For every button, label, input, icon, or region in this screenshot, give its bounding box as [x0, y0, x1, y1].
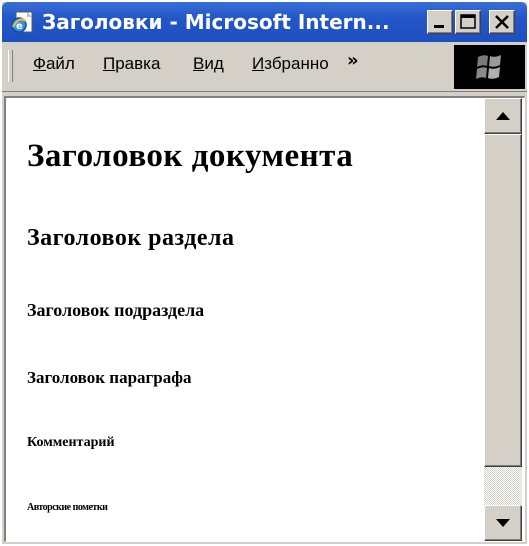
menu-file[interactable]: Файл — [33, 54, 75, 74]
close-button[interactable] — [489, 10, 515, 34]
document-content: Заголовок документа Заголовок раздела За… — [6, 98, 484, 541]
scroll-track[interactable] — [484, 467, 522, 505]
close-icon — [495, 15, 509, 29]
windows-logo-icon — [476, 55, 501, 79]
page-viewport: Заголовок документа Заголовок раздела За… — [4, 96, 525, 542]
toolbar-grip[interactable] — [8, 50, 13, 82]
arrow-down-icon — [496, 519, 510, 527]
minimize-button[interactable] — [427, 10, 453, 34]
menu-edit[interactable]: Правка — [103, 54, 160, 74]
maximize-icon — [460, 14, 476, 29]
arrow-up-icon — [496, 112, 510, 120]
scroll-down-button[interactable] — [484, 505, 522, 541]
heading-level-4: Заголовок параграфа — [27, 368, 192, 387]
menu-favorites[interactable]: Избранно — [252, 54, 344, 74]
scroll-thumb[interactable] — [484, 134, 522, 467]
title-bar[interactable]: e Заголовки - Microsoft Intern... — [2, 2, 527, 42]
windows-logo-throbber — [454, 45, 525, 89]
heading-level-1: Заголовок документа — [27, 138, 354, 174]
heading-level-6: Авторские пометки — [27, 502, 108, 513]
heading-level-2: Заголовок раздела — [27, 225, 235, 251]
vertical-scrollbar[interactable] — [484, 98, 522, 541]
scroll-up-button[interactable] — [484, 98, 522, 134]
browser-window: e Заголовки - Microsoft Intern... Файл П… — [2, 2, 527, 544]
maximize-button[interactable] — [455, 10, 481, 34]
heading-level-5: Комментарий — [27, 435, 115, 450]
heading-level-3: Заголовок подраздела — [27, 300, 205, 320]
svg-text:e: e — [16, 21, 23, 32]
chevron-more-icon[interactable]: » — [347, 50, 359, 71]
minimize-icon — [434, 25, 444, 28]
menu-view[interactable]: Вид — [193, 54, 224, 74]
window-title: Заголовки - Microsoft Intern... — [42, 10, 390, 34]
menu-bar: Файл Правка Вид Избранно » — [2, 42, 527, 92]
ie-page-icon: e — [11, 11, 33, 33]
